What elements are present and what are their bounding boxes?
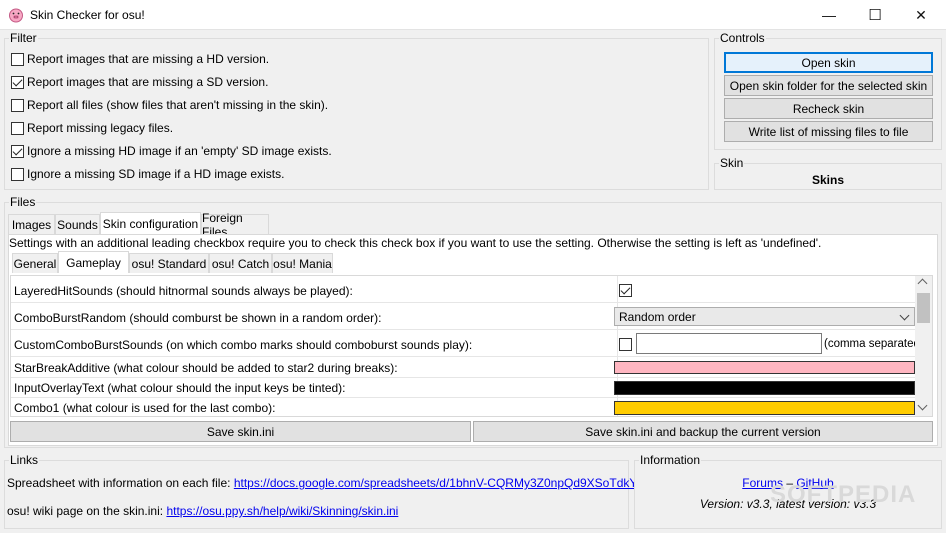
skin-name: Skins [811, 173, 844, 187]
tab-label: General [13, 256, 57, 271]
checkbox[interactable] [11, 75, 24, 89]
maximize-icon: ☐ [868, 7, 882, 24]
combo-burst-random-dropdown[interactable]: Random order [614, 307, 915, 326]
setting-row-combo-burst-random: ComboBurstRandom (should comburst be sho… [11, 303, 915, 330]
setting-label: LayeredHitSounds (should hitnormal sound… [14, 284, 353, 298]
checkbox[interactable] [11, 52, 24, 66]
filter-option-3[interactable]: Report all files (show files that aren't… [11, 97, 328, 113]
links-group-label: Links [9, 453, 40, 467]
chevron-down-icon [899, 310, 910, 321]
tab-label: Gameplay [66, 255, 121, 270]
links-group [4, 460, 629, 529]
scroll-up-icon[interactable] [917, 278, 928, 289]
tab-label: Sounds [57, 217, 98, 232]
setting-row-star-break-additive: StarBreakAdditive (what colour should be… [11, 357, 915, 378]
custom-combo-burst-input[interactable] [636, 333, 822, 354]
tab-skin-configuration[interactable]: Skin configuration [100, 212, 201, 234]
subtab-general[interactable]: General [12, 253, 58, 273]
scroll-down-icon[interactable] [917, 400, 928, 411]
filter-option-2[interactable]: Report images that are missing a SD vers… [11, 74, 268, 90]
window-title: Skin Checker for osu! [30, 8, 145, 22]
wiki-link[interactable]: https://osu.ppy.sh/help/wiki/Skinning/sk… [166, 504, 398, 518]
comma-separated-hint: (comma separated) [824, 338, 924, 350]
checkbox[interactable] [11, 98, 24, 112]
save-and-backup-button[interactable]: Save skin.ini and backup the current ver… [473, 421, 933, 442]
tab-sounds[interactable]: Sounds [55, 214, 100, 234]
wiki-line: osu! wiki page on the skin.ini: https://… [7, 504, 398, 518]
tab-images[interactable]: Images [8, 214, 55, 234]
controls-group-label: Controls [719, 31, 766, 45]
layered-hit-sounds-checkbox[interactable] [619, 284, 632, 297]
filter-option-label: Ignore a missing HD image if an 'empty' … [27, 144, 332, 158]
setting-label: ComboBurstRandom (should comburst be sho… [14, 311, 382, 325]
recheck-skin-button[interactable]: Recheck skin [724, 98, 933, 119]
minimize-icon: — [822, 7, 836, 23]
save-skin-ini-button[interactable]: Save skin.ini [10, 421, 471, 442]
setting-label: Combo1 (what colour is used for the last… [14, 401, 276, 415]
close-button[interactable]: ✕ [898, 0, 944, 30]
subtab-gameplay[interactable]: Gameplay [58, 251, 129, 273]
tab-label: Images [11, 217, 52, 232]
settings-scrollbar[interactable] [915, 276, 932, 416]
config-subtabs: General Gameplay osu! Standard osu! Catc… [12, 251, 412, 275]
tab-label: Skin configuration [102, 216, 199, 231]
filter-option-1[interactable]: Report images that are missing a HD vers… [11, 51, 269, 67]
setting-label: CustomComboBurstSounds (on which combo m… [14, 338, 473, 352]
filter-option-label: Ignore a missing SD image if a HD image … [27, 167, 285, 181]
scrollbar-thumb[interactable] [917, 293, 930, 323]
setting-label: StarBreakAdditive (what colour should be… [14, 361, 398, 375]
minimize-button[interactable]: — [806, 0, 852, 30]
checkbox[interactable] [11, 167, 24, 181]
watermark: SOFTPEDIA [770, 481, 917, 508]
write-missing-list-button[interactable]: Write list of missing files to file [724, 121, 933, 142]
tab-label: osu! Standard [131, 256, 207, 271]
checkbox[interactable] [11, 144, 24, 158]
subtab-osu-catch[interactable]: osu! Catch [209, 253, 272, 273]
setting-row-input-overlay-text: InputOverlayText (what colour should the… [11, 378, 915, 398]
subtab-osu-mania[interactable]: osu! Mania [272, 253, 333, 273]
tab-label: osu! Mania [273, 256, 332, 271]
tab-label: osu! Catch [211, 256, 270, 271]
star-break-additive-color-swatch[interactable] [614, 361, 915, 374]
checkbox[interactable] [11, 121, 24, 135]
dropdown-value: Random order [619, 309, 696, 324]
files-group-label: Files [9, 195, 37, 209]
filter-option-label: Report missing legacy files. [27, 121, 174, 135]
maximize-button[interactable]: ☐ [852, 0, 898, 30]
settings-grid: LayeredHitSounds (should hitnormal sound… [10, 275, 933, 417]
input-overlay-text-color-swatch[interactable] [614, 381, 915, 395]
open-skin-folder-button[interactable]: Open skin folder for the selected skin [724, 75, 933, 96]
filter-option-label: Report images that are missing a HD vers… [27, 52, 270, 66]
open-skin-button[interactable]: Open skin [724, 52, 933, 73]
pig-face-icon [9, 8, 23, 23]
wiki-prefix: osu! wiki page on the skin.ini: [7, 504, 164, 518]
setting-row-combo1: Combo1 (what colour is used for the last… [11, 398, 915, 416]
files-tabs: Images Sounds Skin configuration Foreign… [8, 211, 938, 239]
close-icon: ✕ [915, 6, 927, 23]
filter-option-6[interactable]: Ignore a missing SD image if a HD image … [11, 166, 284, 182]
filter-option-4[interactable]: Report missing legacy files. [11, 120, 173, 136]
settings-info-text: Settings with an additional leading chec… [9, 236, 822, 250]
title-bar: Skin Checker for osu! — ☐ ✕ [0, 0, 946, 30]
custom-combo-burst-checkbox[interactable] [619, 338, 632, 351]
information-group-label: Information [639, 453, 702, 467]
setting-row-custom-combo-burst-sounds: CustomComboBurstSounds (on which combo m… [11, 330, 924, 357]
combo1-color-swatch[interactable] [614, 401, 915, 415]
tab-foreign-files[interactable]: Foreign Files [201, 211, 269, 239]
filter-option-label: Report images that are missing a SD vers… [27, 75, 269, 89]
spreadsheet-line: Spreadsheet with information on each fil… [7, 476, 691, 490]
filter-option-5[interactable]: Ignore a missing HD image if an 'empty' … [11, 143, 332, 159]
setting-row-layered-hit-sounds: LayeredHitSounds (should hitnormal sound… [11, 276, 915, 303]
filter-option-label: Report all files (show files that aren't… [27, 98, 329, 112]
filter-group-label: Filter [9, 31, 38, 45]
skin-group-label: Skin [719, 156, 745, 170]
spreadsheet-prefix: Spreadsheet with information on each fil… [7, 476, 231, 490]
spreadsheet-link[interactable]: https://docs.google.com/spreadsheets/d/1… [234, 476, 692, 490]
setting-label: InputOverlayText (what colour should the… [14, 381, 346, 395]
subtab-osu-standard[interactable]: osu! Standard [129, 253, 209, 273]
